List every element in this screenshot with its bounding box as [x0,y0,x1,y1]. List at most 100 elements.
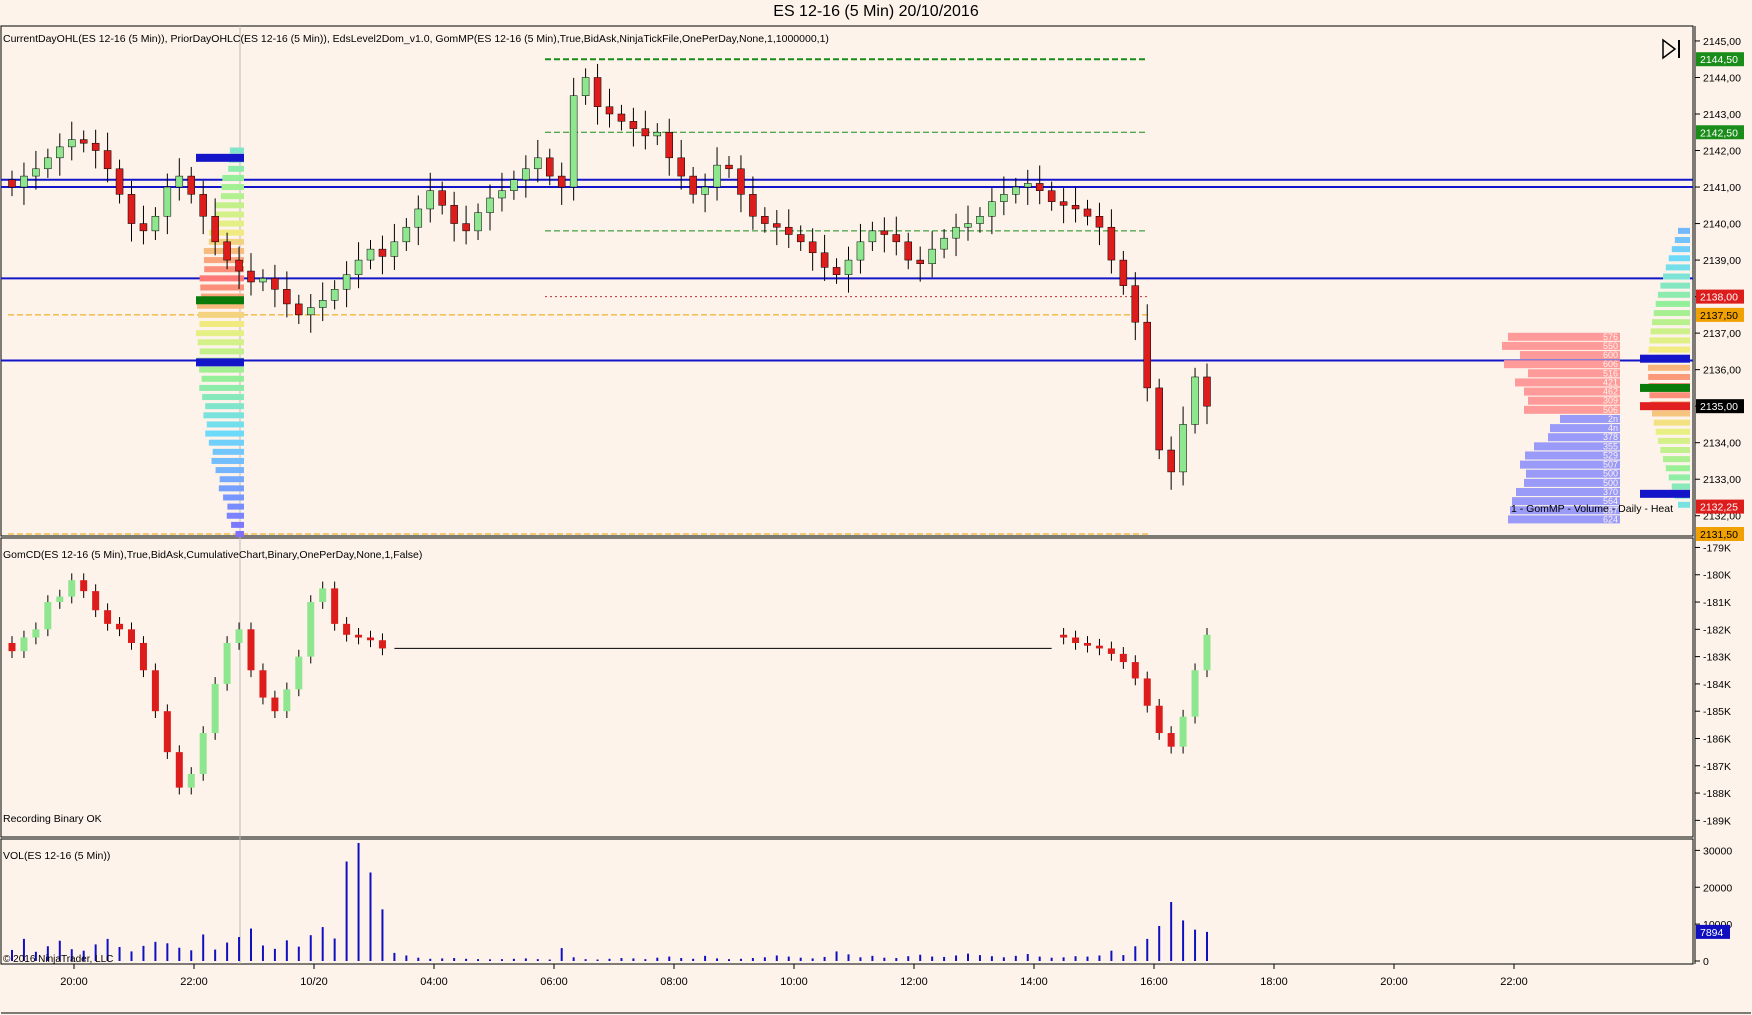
volume-badge-text: 7894 [1700,927,1724,939]
cd-candle [104,610,112,624]
price-candle [581,77,590,96]
price-candle [785,226,793,235]
price-candle [139,223,148,232]
price-candle [522,168,530,180]
profile-caption: 1 - GomMP - Volume - Daily - Heat [1511,503,1673,515]
price-tick-label: 2143,00 [1703,109,1741,121]
volume-profile-bar [199,366,244,373]
volume-profile-bar [197,339,244,346]
volume-profile-bar [205,430,244,437]
price-indicator-label: CurrentDayOHL(ES 12-16 (5 Min)), PriorDa… [3,33,829,45]
price-candle [486,197,494,213]
cd-tick-label: -183K [1703,652,1731,664]
price-candle [725,164,733,170]
cd-candle [32,629,40,638]
price-tick-label: 2136,00 [1703,365,1741,377]
price-candle [259,278,267,283]
price-tick-label: 2141,00 [1703,182,1741,194]
dom-level-text: 624 [1603,514,1618,524]
cd-panel-frame [0,537,1694,838]
price-candle [342,274,351,290]
vol-tick-label: 0 [1703,956,1709,968]
skip-to-end-icon[interactable] [1661,38,1683,60]
price-candle [1203,376,1211,407]
price-candle [1024,183,1032,188]
price-candle [79,139,88,144]
chart-canvas[interactable]: 5765506006065164214623095062n4n378355529… [0,0,1752,1015]
right-profile-bar [1652,410,1690,417]
vol-tick-label: 20000 [1703,882,1732,894]
cd-candle [211,683,219,734]
price-candle [988,201,996,217]
price-candle [20,175,28,188]
price-candle [569,95,578,188]
cd-candle [1191,670,1199,717]
price-candle [713,164,721,188]
right-profile-bar [1648,373,1690,380]
volume-profile-bar [235,531,244,537]
cd-candle [80,580,88,592]
cd-candle [295,656,303,690]
cd-candle [20,637,28,652]
price-candle [641,128,650,137]
price-candle [557,175,566,188]
right-profile-bar [1671,483,1690,490]
price-candle [271,278,279,290]
cd-tick-label: -184K [1703,679,1731,691]
cd-candle [1179,716,1187,747]
volume-profile-bar [203,412,244,419]
cd-candle [1072,637,1080,643]
cd-candle [139,642,147,671]
price-candle [151,216,160,232]
right-profile-bar [1653,310,1690,317]
right-profile-bar [1663,273,1690,280]
price-candle [546,157,554,177]
cd-candle [259,670,267,698]
right-profile-bar [1665,264,1690,271]
right-profile-bar [1648,364,1690,371]
price-candle [330,289,339,301]
price-candle [32,168,40,177]
x-tick-label: 16:00 [1140,976,1168,988]
price-candle [127,194,136,224]
cd-tick-label: -189K [1703,815,1731,827]
cd-candle [1107,648,1115,654]
price-candle [474,212,482,232]
profile-marker-blue [196,153,244,162]
cd-candle [128,629,135,643]
vol-tick-label: 30000 [1703,845,1732,857]
cd-candle [355,634,363,638]
volume-profile-bar [211,457,244,464]
price-candle [844,259,853,275]
price-tick-label: 2140,00 [1703,219,1741,231]
price-badge-text: 2135,00 [1700,401,1738,413]
price-candle [295,303,303,316]
cd-candle [247,629,255,671]
price-candle [1131,285,1140,323]
volume-profile-bar [229,147,244,154]
price-candle [605,106,614,115]
cd-tick-label: -188K [1703,788,1731,800]
price-layer: 5765506006065164214623095062n4n378355529… [1,58,1693,537]
price-candle [856,241,865,261]
price-candle [689,175,697,195]
volume-profile-bar [226,512,244,519]
price-candle [235,259,243,272]
cd-tick-label: -186K [1703,733,1731,745]
right-profile-marker [1640,402,1690,411]
right-profile-bar [1652,319,1690,326]
volume-profile-bar [215,202,244,209]
x-tick-label: 06:00 [540,976,568,988]
price-candle [187,175,195,195]
x-tick-label: 18:00 [1260,976,1288,988]
price-candle [868,230,877,243]
price-badge-text: 2131,50 [1700,529,1738,541]
cd-candle [378,640,386,649]
right-profile-bar [1668,255,1690,262]
price-candle [534,157,542,170]
cd-candle [223,642,231,684]
cd-candle [116,623,124,630]
price-candle [8,179,16,188]
cd-candle [1203,634,1211,671]
price-tick-label: 2144,00 [1703,72,1741,84]
